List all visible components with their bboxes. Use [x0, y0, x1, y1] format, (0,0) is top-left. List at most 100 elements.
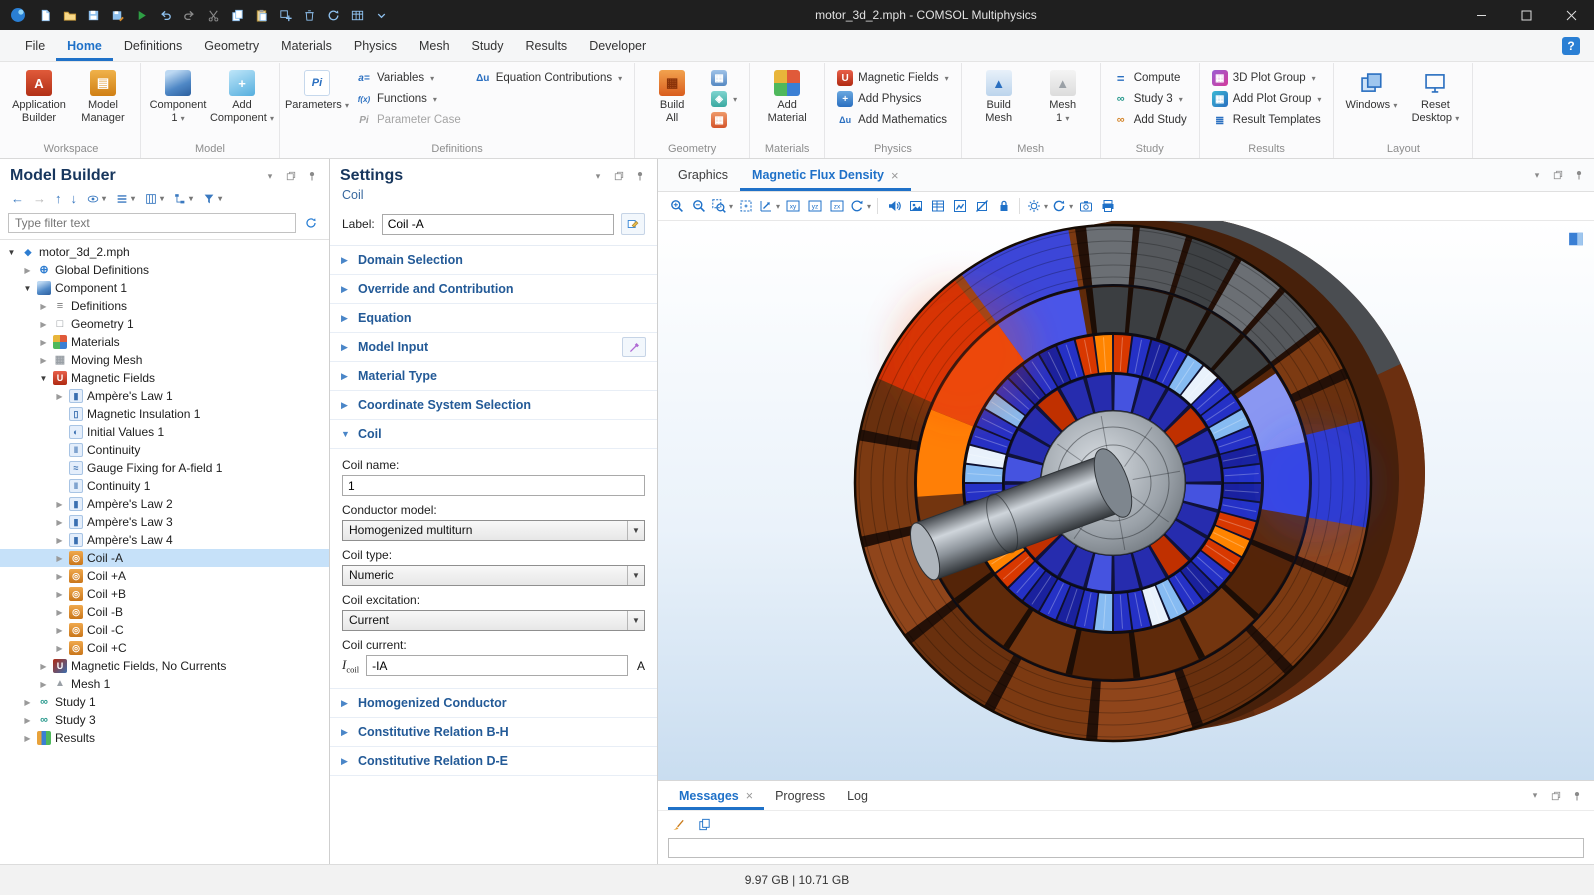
expand-arrow-icon[interactable]: ▶	[38, 338, 49, 347]
ribbon-button-study-3[interactable]: ∞Study 3▾	[1108, 89, 1192, 109]
show-button[interactable]: ▾	[83, 190, 109, 208]
move-down-button[interactable]: ↓	[68, 189, 81, 208]
ribbon-button-mesh-1[interactable]: ▲Mesh1 ▾	[1031, 65, 1095, 127]
expand-arrow-icon[interactable]: ▶	[22, 266, 33, 275]
tree-item-magnetic-fields[interactable]: ▼UMagnetic Fields	[0, 369, 329, 387]
label-input[interactable]	[382, 214, 614, 235]
tab-graphics[interactable]: Graphics	[666, 159, 740, 191]
tree-item-global-definitions[interactable]: ▶⊕Global Definitions	[0, 261, 329, 279]
ribbon-button-geom-import[interactable]: ▦	[706, 68, 742, 88]
save-as-icon[interactable]	[106, 4, 129, 26]
expand-arrow-icon[interactable]: ▶	[54, 626, 65, 635]
view-zx-icon-button[interactable]: zx	[826, 195, 847, 218]
ribbon-button-parameters[interactable]: PiParameters ▾	[285, 65, 349, 114]
tree-item-coil-a[interactable]: ▶◎Coil -A	[0, 549, 329, 567]
expand-arrow-icon[interactable]: ▶	[54, 500, 65, 509]
edit-icon-button[interactable]	[622, 337, 646, 357]
chevron-down-icon[interactable]: ▾	[1530, 168, 1544, 182]
view-xy-icon-button[interactable]: xy	[782, 195, 803, 218]
section-coil[interactable]: ▼Coil	[330, 420, 657, 449]
zoom-out-icon-button[interactable]	[688, 195, 709, 218]
undo-icon[interactable]	[154, 4, 177, 26]
update-icon[interactable]	[322, 4, 345, 26]
tree-item-continuity-1[interactable]: ‖Continuity 1	[0, 477, 329, 495]
collapse-arrow-icon[interactable]: ▼	[6, 248, 17, 257]
close-button[interactable]	[1549, 0, 1594, 30]
chevron-down-icon[interactable]: ▼	[627, 566, 644, 585]
expand-arrow-icon[interactable]: ▶	[38, 680, 49, 689]
coil-name-input[interactable]	[342, 475, 645, 496]
tree-item-materials[interactable]: ▶Materials	[0, 333, 329, 351]
ribbon-button-add-physics[interactable]: +Add Physics	[832, 89, 954, 109]
expand-arrow-icon[interactable]: ▶	[54, 392, 65, 401]
tree-table-button[interactable]: ▾	[170, 190, 196, 208]
camera-icon-button[interactable]	[1075, 195, 1096, 218]
nav-back-button[interactable]: ←	[8, 189, 27, 208]
tree-item-study-1[interactable]: ▶∞Study 1	[0, 693, 329, 711]
move-up-button[interactable]: ↑	[52, 189, 65, 208]
sound-on-icon-button[interactable]	[883, 195, 904, 218]
close-tab-icon[interactable]: ×	[746, 789, 753, 803]
float-panel-icon[interactable]	[612, 169, 626, 183]
expand-arrow-icon[interactable]: ▶	[38, 320, 49, 329]
section-chevron-icon[interactable]: ▶	[341, 698, 351, 709]
tab-log[interactable]: Log	[836, 781, 879, 810]
menu-tab-mesh[interactable]: Mesh	[408, 30, 461, 61]
tree-item-amp-re-s-law-4[interactable]: ▶▮Ampère's Law 4	[0, 531, 329, 549]
ribbon-button-add-mathematics[interactable]: ΔuAdd Mathematics	[832, 110, 954, 130]
section-chevron-icon[interactable]: ▶	[341, 371, 351, 382]
section-domain-selection[interactable]: ▶Domain Selection	[330, 246, 657, 275]
expand-arrow-icon[interactable]: ▶	[38, 356, 49, 365]
node-columns-button[interactable]: ▾	[141, 190, 167, 208]
expand-arrow-icon[interactable]: ▶	[54, 608, 65, 617]
update-plot-icon-button[interactable]: ▾	[1050, 195, 1074, 218]
section-constitutive-relation-b-h[interactable]: ▶Constitutive Relation B-H	[330, 718, 657, 747]
lock-axis-icon-button[interactable]	[993, 195, 1014, 218]
ribbon-button-reset-desktop[interactable]: ResetDesktop ▾	[1403, 65, 1467, 127]
menu-tab-physics[interactable]: Physics	[343, 30, 408, 61]
ribbon-button-result-templates[interactable]: ≣Result Templates	[1207, 110, 1327, 130]
ribbon-button-component-1[interactable]: Component1 ▾	[146, 65, 210, 127]
ribbon-button-geom-livelink[interactable]: ◈▾	[706, 89, 742, 109]
node-filter-button[interactable]: ▾	[199, 190, 225, 208]
collapse-arrow-icon[interactable]: ▼	[22, 284, 33, 293]
zoom-in-icon-button[interactable]	[666, 195, 687, 218]
view-yz-icon-button[interactable]: yz	[804, 195, 825, 218]
ribbon-button-build-all[interactable]: ▦BuildAll	[640, 65, 704, 127]
tree-item-component-1[interactable]: ▼Component 1	[0, 279, 329, 297]
delete-icon[interactable]	[298, 4, 321, 26]
expand-arrow-icon[interactable]: ▶	[54, 572, 65, 581]
menu-tab-geometry[interactable]: Geometry	[193, 30, 270, 61]
tree-item-coil-c[interactable]: ▶◎Coil +C	[0, 639, 329, 657]
section-equation[interactable]: ▶Equation	[330, 304, 657, 333]
float-panel-icon[interactable]	[1551, 168, 1565, 182]
ribbon-button-parameter-case[interactable]: PiParameter Case	[351, 110, 466, 130]
float-panel-icon[interactable]	[1549, 789, 1563, 803]
tree-item-initial-values-1[interactable]: ◐Initial Values 1	[0, 423, 329, 441]
section-chevron-icon[interactable]: ▶	[341, 727, 351, 738]
section-chevron-icon[interactable]: ▶	[341, 756, 351, 767]
chevron-down-icon[interactable]: ▾	[263, 169, 277, 183]
print-icon-button[interactable]	[1097, 195, 1118, 218]
menu-tab-definitions[interactable]: Definitions	[113, 30, 193, 61]
section-material-type[interactable]: ▶Material Type	[330, 362, 657, 391]
nav-forward-button[interactable]: →	[30, 189, 49, 208]
ribbon-button-application-builder[interactable]: AApplicationBuilder	[7, 65, 71, 127]
menu-tab-developer[interactable]: Developer	[578, 30, 657, 61]
section-model-input[interactable]: ▶Model Input	[330, 333, 657, 362]
section-chevron-icon[interactable]: ▶	[341, 284, 351, 295]
chevron-down-icon[interactable]: ▾	[1528, 789, 1542, 803]
section-chevron-icon[interactable]: ▶	[341, 255, 351, 266]
paste-icon[interactable]	[250, 4, 273, 26]
section-chevron-icon[interactable]: ▼	[341, 429, 351, 439]
pin-icon[interactable]	[305, 169, 319, 183]
save-icon[interactable]	[82, 4, 105, 26]
menu-tab-study[interactable]: Study	[461, 30, 515, 61]
section-chevron-icon[interactable]: ▶	[341, 313, 351, 324]
ribbon-button-compute[interactable]: =Compute	[1108, 68, 1192, 88]
chevron-down-icon[interactable]: ▼	[627, 521, 644, 540]
redo-icon[interactable]	[178, 4, 201, 26]
section-chevron-icon[interactable]: ▶	[341, 342, 351, 353]
tree-item-moving-mesh[interactable]: ▶▦Moving Mesh	[0, 351, 329, 369]
table-grid-icon[interactable]	[346, 4, 369, 26]
